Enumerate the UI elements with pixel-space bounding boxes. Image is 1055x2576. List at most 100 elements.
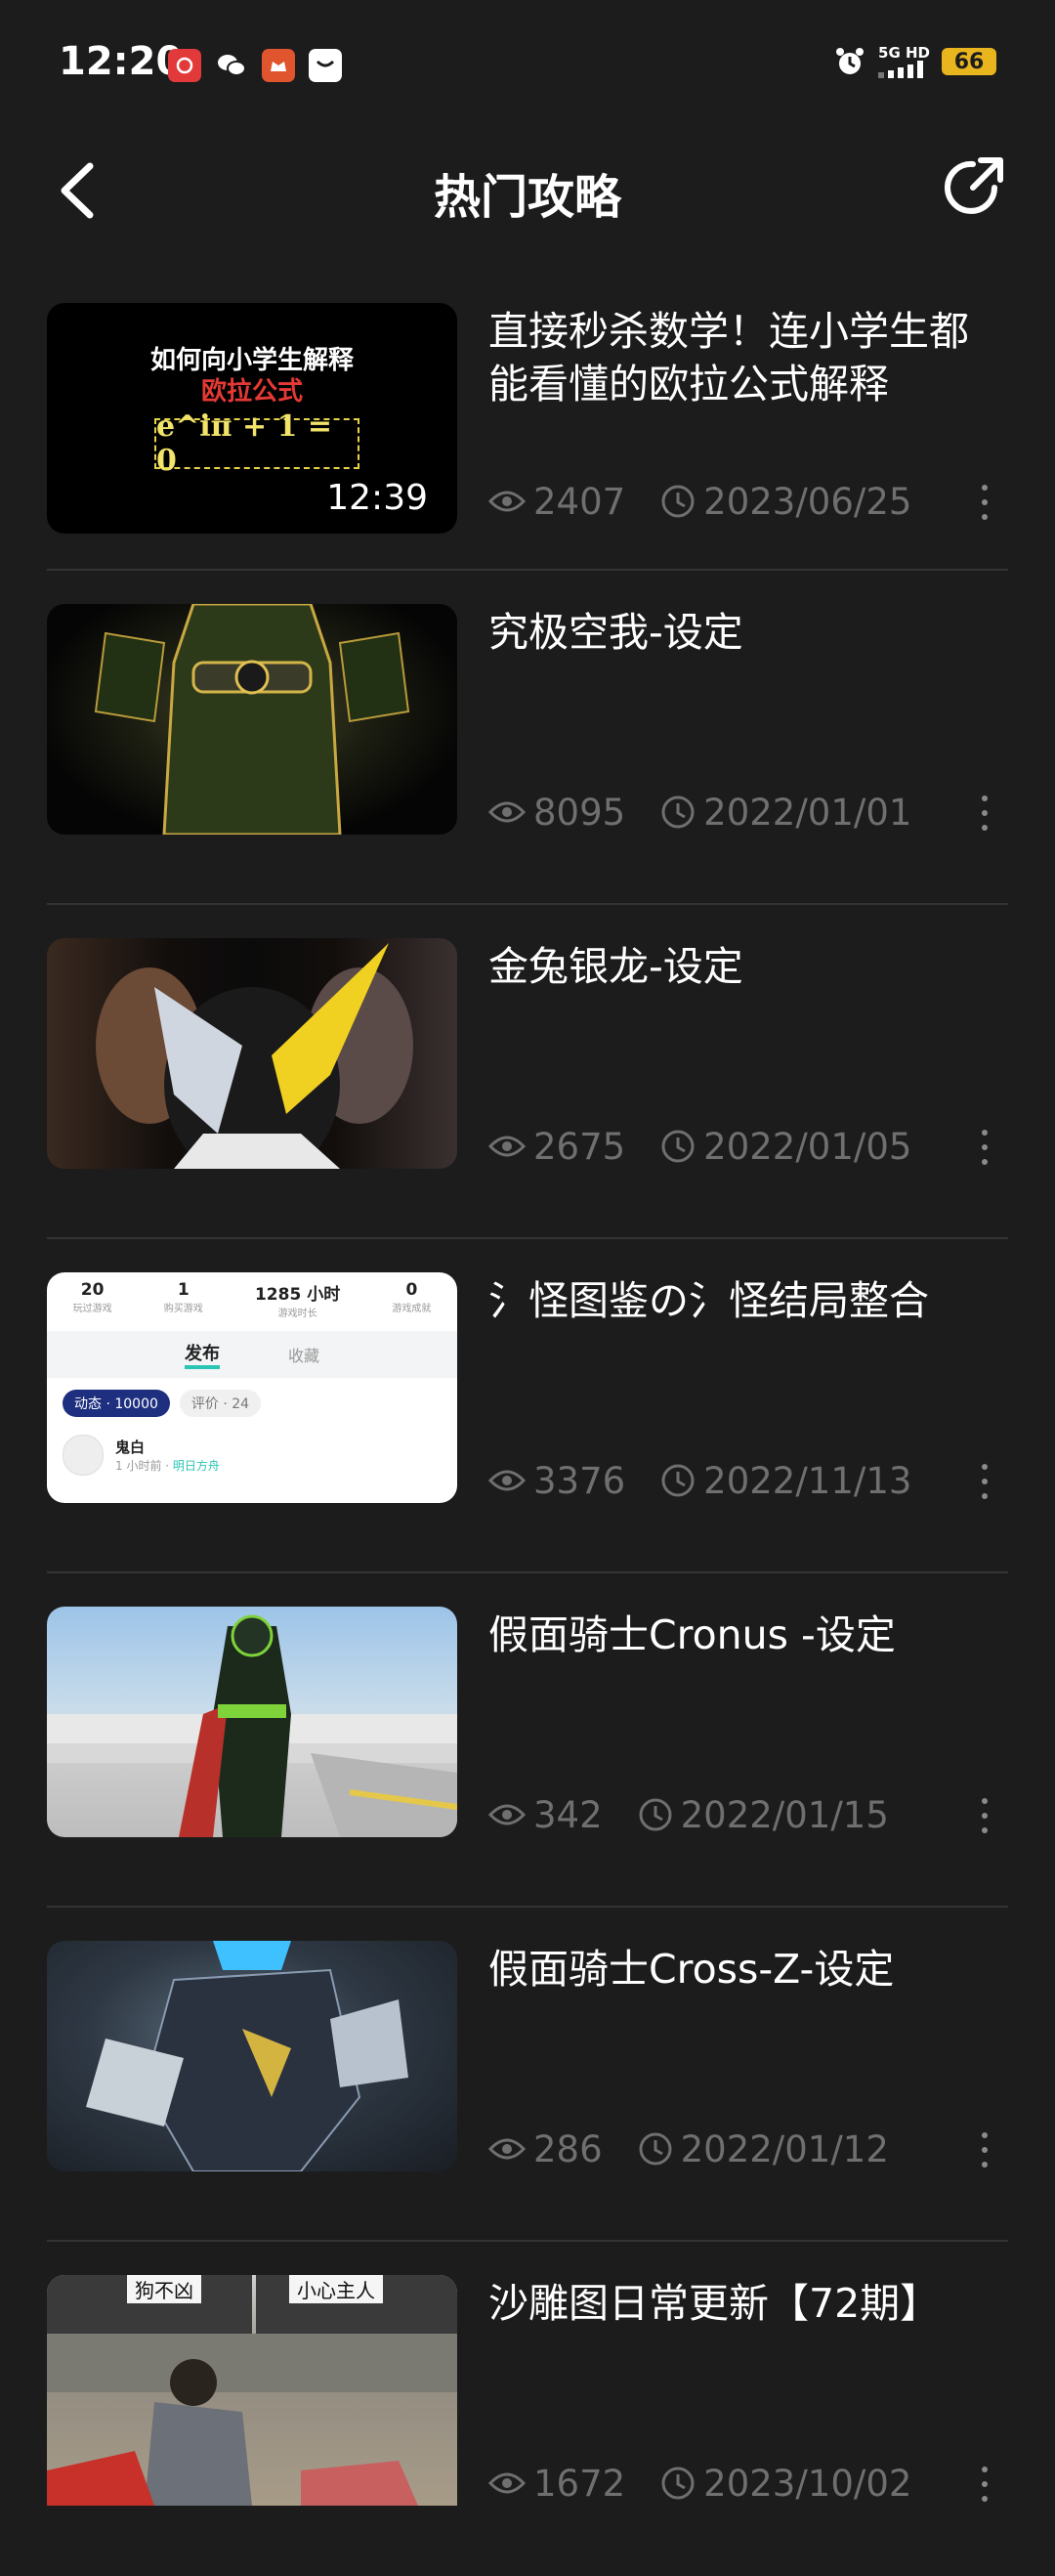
article-meta: 1672 2023/10/02 [488, 2461, 911, 2506]
armor-figure-image [94, 604, 410, 835]
article-title[interactable]: 假面骑士Cronus -设定 [488, 1609, 996, 1661]
stat-item: 20 玩过游戏 [73, 1280, 112, 1319]
article-meta: 8095 2022/01/01 [488, 790, 911, 835]
list-item[interactable]: 狗不凶 小心主人 沙雕图日常更新【72期】 1672 2023/10/02 [47, 2275, 1008, 2576]
article-title[interactable]: 金兔银龙-设定 [488, 940, 996, 993]
eye-icon [488, 1136, 526, 1157]
article-thumbnail[interactable] [47, 1607, 457, 1837]
avatar [63, 1435, 104, 1476]
meme-photo-image [47, 2275, 457, 2506]
article-list: 如何向小学生解释 欧拉公式 e^iπ + 1 = 0 12:39 直接秒杀数学！… [47, 303, 1008, 2576]
profile-chips: 动态 · 10000 评价 · 24 [63, 1390, 262, 1417]
article-title[interactable]: 究极空我-设定 [488, 606, 996, 659]
netease-music-icon [168, 49, 201, 82]
article-thumbnail[interactable] [47, 938, 457, 1169]
article-title[interactable]: 氵怪图鉴の氵怪结局整合 [488, 1274, 996, 1327]
view-count: 8095 [533, 791, 626, 834]
article-thumbnail[interactable]: 狗不凶 小心主人 [47, 2275, 457, 2506]
clock-icon [661, 485, 695, 518]
view-count: 1672 [533, 2462, 626, 2505]
more-options-button[interactable] [973, 795, 996, 831]
wechat-icon [215, 49, 248, 82]
clock-icon [639, 1798, 672, 1831]
share-button[interactable] [938, 152, 1008, 223]
article-title[interactable]: 直接秒杀数学！连小学生都能看懂的欧拉公式解释 [488, 305, 996, 410]
chip-reviews: 评价 · 24 [179, 1390, 262, 1417]
alarm-icon [836, 48, 865, 74]
article-thumbnail[interactable] [47, 604, 457, 835]
article-title[interactable]: 沙雕图日常更新【72期】 [488, 2277, 996, 2330]
list-item[interactable]: 假面骑士Cross-Z-设定 286 2022/01/12 [47, 1941, 1008, 2242]
publish-date: 2022/01/05 [703, 1125, 912, 1168]
stat-label: 游戏成就 [392, 1304, 432, 1314]
formula-text: e^iπ + 1 = 0 [156, 409, 333, 478]
publish-date: 2022/01/01 [703, 791, 912, 834]
list-item[interactable]: 假面骑士Cronus -设定 342 2022/01/15 [47, 1607, 1008, 1908]
list-item[interactable]: 如何向小学生解释 欧拉公式 e^iπ + 1 = 0 12:39 直接秒杀数学！… [47, 303, 1008, 571]
stat-value: 20 [80, 1280, 105, 1300]
publish-date: 2022/11/13 [703, 1459, 912, 1502]
publish-date: 2023/06/25 [703, 480, 912, 523]
article-thumbnail[interactable] [47, 1941, 457, 2171]
stat-label: 游戏时长 [277, 1309, 317, 1319]
clock-icon [661, 795, 695, 829]
article-meta: 2407 2023/06/25 [488, 479, 911, 524]
video-duration: 12:39 [326, 478, 428, 518]
post-user: 鬼白 [115, 1438, 146, 1456]
list-item[interactable]: 20 玩过游戏 1 购买游戏 1285 小时 游戏时长 0 游戏成就 发布 收藏… [47, 1272, 1008, 1573]
profile-stats: 20 玩过游戏 1 购买游戏 1285 小时 游戏时长 0 游戏成就 [47, 1280, 457, 1319]
status-bar: 12:20 5G HD 66 [0, 0, 1055, 127]
publish-date: 2022/01/12 [680, 2127, 889, 2170]
article-title[interactable]: 假面骑士Cross-Z-设定 [488, 1943, 996, 1996]
stat-value: 1 [177, 1280, 190, 1300]
network-label: 5G HD [878, 43, 930, 62]
more-options-button[interactable] [973, 485, 996, 520]
sign-left: 狗不凶 [127, 2275, 201, 2303]
post-preview: 鬼白 1 小时前 · 明日方舟 [63, 1435, 220, 1476]
stat-item: 1 购买游戏 [164, 1280, 203, 1319]
thumbnail-caption: 欧拉公式 [200, 377, 303, 407]
system-icons: 5G HD 66 [833, 45, 996, 78]
more-options-button[interactable] [973, 1798, 996, 1833]
stat-value: 0 [405, 1280, 418, 1300]
more-options-button[interactable] [973, 2467, 996, 2502]
clock-icon [639, 2132, 672, 2166]
list-item[interactable]: 究极空我-设定 8095 2022/01/01 [47, 604, 1008, 905]
network-indicator: 5G HD [878, 43, 930, 78]
more-options-button[interactable] [973, 1464, 996, 1499]
eye-icon [488, 2472, 526, 2494]
view-count: 342 [533, 1793, 603, 1836]
stat-item: 1285 小时 游戏时长 [255, 1280, 340, 1319]
post-source: 明日方舟 [172, 1459, 220, 1473]
stat-label: 购买游戏 [163, 1304, 203, 1314]
publish-date: 2022/01/15 [680, 1793, 889, 1836]
battery-indicator: 66 [942, 48, 996, 75]
more-options-button[interactable] [973, 1130, 996, 1165]
status-time: 12:20 [59, 39, 184, 84]
post-time: 1 小时前 · [115, 1459, 173, 1473]
signal-icon [878, 60, 924, 78]
stat-value: 1285 小时 [254, 1285, 341, 1305]
eye-icon [488, 1804, 526, 1825]
more-options-button[interactable] [973, 2132, 996, 2168]
stat-item: 0 游戏成就 [392, 1280, 431, 1319]
publish-date: 2023/10/02 [703, 2462, 912, 2505]
clock-icon [661, 1464, 695, 1497]
list-item[interactable]: 金兔银龙-设定 2675 2022/01/05 [47, 938, 1008, 1239]
article-thumbnail[interactable]: 20 玩过游戏 1 购买游戏 1285 小时 游戏时长 0 游戏成就 发布 收藏… [47, 1272, 457, 1503]
article-thumbnail[interactable]: 如何向小学生解释 欧拉公式 e^iπ + 1 = 0 12:39 [47, 303, 457, 534]
view-count: 286 [533, 2127, 603, 2170]
stat-label: 玩过游戏 [72, 1304, 112, 1314]
article-meta: 286 2022/01/12 [488, 2126, 889, 2171]
notification-icons [168, 49, 342, 82]
clock-icon [661, 2467, 695, 2500]
article-meta: 2675 2022/01/05 [488, 1124, 911, 1169]
profile-tabs: 发布 收藏 [47, 1331, 457, 1378]
message-app-icon [309, 49, 342, 82]
tab-publish: 发布 [184, 1340, 220, 1369]
thumbnail-formula: e^iπ + 1 = 0 [154, 409, 359, 478]
rider-photo-image [47, 1614, 457, 1837]
rider-helmet-image [96, 943, 413, 1169]
page-title: 热门攻略 [433, 170, 621, 225]
rider-action-image [86, 1941, 408, 2171]
